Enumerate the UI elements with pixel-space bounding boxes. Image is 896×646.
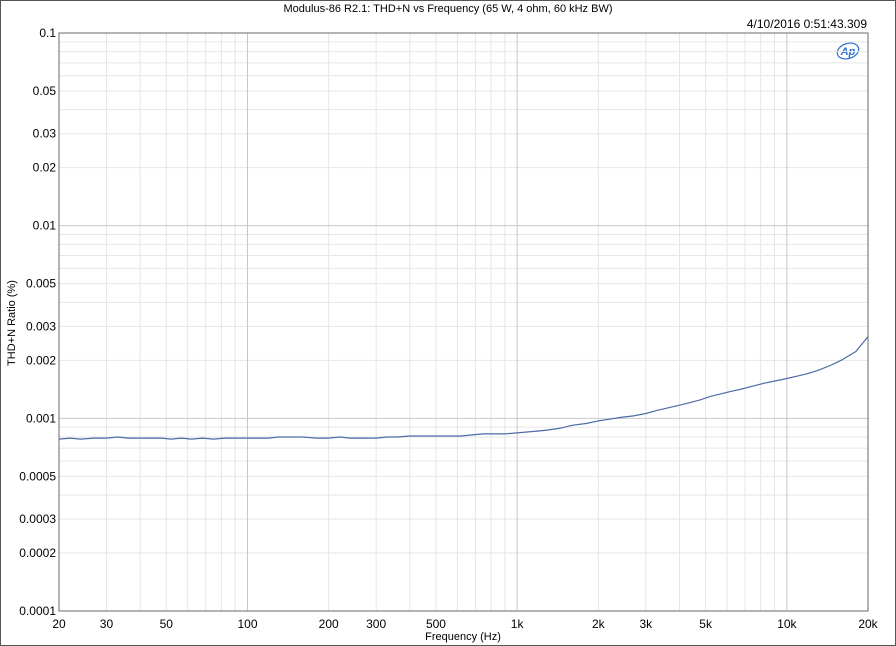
chart-title: Modulus-86 R2.1: THD+N vs Frequency (65 … <box>284 3 613 15</box>
y-tick-label: 0.01 <box>33 219 57 233</box>
x-tick-label: 300 <box>366 617 386 631</box>
y-tick-label: 0.1 <box>39 26 56 40</box>
timestamp: 4/10/2016 0:51:43.309 <box>747 17 867 31</box>
y-tick-label: 0.0003 <box>19 512 56 526</box>
series-line-1 <box>58 336 869 440</box>
x-tick-label: 3k <box>639 617 653 631</box>
x-axis-title: Frequency (Hz) <box>425 631 501 643</box>
y-axis-ticks: 0.1 0.05 0.03 0.02 0.01 0.005 0.003 0.002 0.001 0… <box>19 26 56 618</box>
plot-frame <box>58 32 869 612</box>
y-tick-label: 0.02 <box>33 161 57 175</box>
y-tick-label: 0.03 <box>33 127 57 141</box>
x-tick-label: 20 <box>52 617 66 631</box>
x-tick-label: 30 <box>100 617 114 631</box>
y-tick-label: 0.002 <box>26 353 56 367</box>
grid-major <box>59 32 868 612</box>
x-tick-label: 100 <box>237 617 257 631</box>
x-tick-label: 500 <box>426 617 446 631</box>
x-tick-label: 10k <box>777 617 797 631</box>
x-tick-label: 20k <box>858 617 878 631</box>
y-tick-label: 0.0001 <box>19 604 56 618</box>
y-tick-label: 0.05 <box>33 84 57 98</box>
x-tick-label: 200 <box>319 617 339 631</box>
x-tick-label: 2k <box>592 617 606 631</box>
y-tick-label: 0.001 <box>26 411 56 425</box>
grid-minor <box>58 33 869 611</box>
x-axis-ticks: 20 30 50 100 200 300 500 1k 2k 3k 5k 10k 20k <box>52 617 878 631</box>
ap-logo: Ap <box>836 42 860 60</box>
y-tick-label: 0.0002 <box>19 546 56 560</box>
series-group <box>58 336 869 440</box>
y-tick-label: 0.005 <box>26 277 56 291</box>
x-tick-label: 1k <box>511 617 525 631</box>
y-axis-title: THD+N Ratio (%) <box>6 280 18 366</box>
y-tick-label: 0.003 <box>26 319 56 333</box>
x-tick-label: 5k <box>699 617 713 631</box>
y-tick-label: 0.0005 <box>19 469 56 483</box>
chart-window: Modulus-86 R2.1: THD+N vs Frequency (65 … <box>0 0 896 646</box>
chart-svg: Modulus-86 R2.1: THD+N vs Frequency (65 … <box>6 3 879 643</box>
x-tick-label: 50 <box>160 617 174 631</box>
